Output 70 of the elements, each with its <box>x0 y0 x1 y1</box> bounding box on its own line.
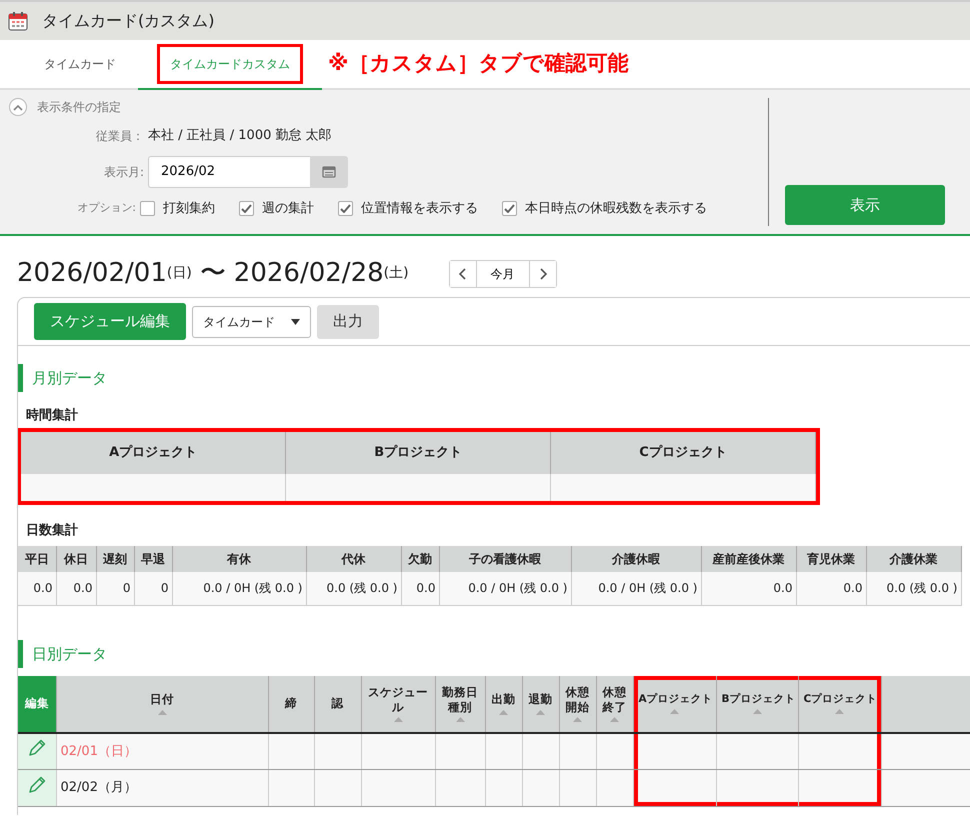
table-cell: 0.0 <box>401 572 439 605</box>
start-date: 2026/02/01 <box>17 257 167 290</box>
tab[interactable]: タイムカード <box>22 40 138 90</box>
column-header[interactable]: 勤務日種別 <box>435 676 485 732</box>
column-header: 認 <box>314 676 361 732</box>
table-cell: 0.0 <box>796 572 866 605</box>
field-label: 従業員： <box>95 128 145 145</box>
option-label: 打刻集約 <box>163 200 215 218</box>
option-label: 週の集計 <box>262 200 314 218</box>
table-cell: 0.0 <box>18 572 56 605</box>
column-header[interactable]: Bプロジェクト <box>716 676 798 732</box>
field-label: 表示月: <box>102 164 145 180</box>
employee-value: 本社 / 正社員 / 1000 勤怠 太郎 <box>148 127 332 145</box>
column-header: 遅刻 <box>96 546 134 572</box>
view-select[interactable]: タイムカード <box>192 306 311 338</box>
subsection-title: 時間集計 <box>26 406 79 425</box>
column-header: 早退 <box>134 546 172 572</box>
column-header: 介護休業 <box>866 546 961 572</box>
column-header: Aプロジェクト <box>21 432 286 474</box>
column-header: 締 <box>268 676 314 732</box>
schedule-edit-button[interactable]: スケジュール編集 <box>34 303 186 340</box>
column-header: 平日 <box>18 546 56 572</box>
column-header: 欠勤 <box>401 546 439 572</box>
column-header[interactable]: 退勤 <box>522 676 559 732</box>
column-header[interactable]: 休憩終了 <box>596 676 633 732</box>
table-cell: 0.0 (残 0.0 ) <box>866 572 961 605</box>
column-header: Cプロジェクト <box>550 432 816 474</box>
month-field[interactable]: 2026/02 <box>148 156 310 188</box>
column-header: 子の看護休暇 <box>439 546 571 572</box>
column-header: Bプロジェクト <box>286 432 551 474</box>
range-separator: 〜 <box>200 257 226 290</box>
tab[interactable]: タイムカードカスタム <box>138 40 322 90</box>
table-cell: 0.0 / 0H (残 0.0 ) <box>172 572 306 605</box>
field-label: オプション: <box>76 200 137 216</box>
subsection-title: 日数集計 <box>26 522 79 540</box>
annotation-text: ※［カスタム］タブで確認可能 <box>328 50 628 78</box>
column-header: 育児休業 <box>796 546 866 572</box>
table-cell: 0.0 <box>56 572 96 605</box>
output-button[interactable]: 出力 <box>317 304 379 338</box>
table-cell: 0 <box>134 572 172 605</box>
column-header[interactable]: 日付 <box>56 676 268 732</box>
column-header[interactable]: 休憩開始 <box>559 676 596 732</box>
date-cell: 02/02（月） <box>60 780 137 796</box>
column-header[interactable]: 出勤 <box>485 676 522 732</box>
end-date: 2026/02/28 <box>234 257 384 290</box>
column-header: 産前産後休業 <box>701 546 796 572</box>
weekday: (土) <box>384 264 409 283</box>
column-header: 代休 <box>306 546 401 572</box>
column-header: 休日 <box>56 546 96 572</box>
table-cell: 0.0 (残 0.0 ) <box>306 572 401 605</box>
weekday: (日) <box>166 264 192 283</box>
table-cell: 0.0 <box>701 572 796 605</box>
column-header: 介護休暇 <box>571 546 701 572</box>
option-label: 位置情報を表示する <box>361 200 478 218</box>
column-header[interactable]: Aプロジェクト <box>633 676 716 732</box>
section-heading: 日別データ <box>18 640 970 668</box>
date-cell: 02/01（日） <box>60 744 137 758</box>
table-cell: 0.0 / 0H (残 0.0 ) <box>571 572 701 605</box>
column-header[interactable]: スケジュール <box>361 676 435 732</box>
column-header: 編集 <box>18 676 56 732</box>
column-header: 有休 <box>172 546 306 572</box>
filter-heading: 表示条件の指定 <box>37 99 121 116</box>
column-header[interactable]: Cプロジェクト <box>798 676 881 732</box>
section-heading: 月別データ <box>18 364 970 392</box>
table-cell: 0 <box>96 572 134 605</box>
option-label: 本日時点の休暇残数を表示する <box>525 200 707 218</box>
display-button[interactable]: 表示 <box>785 185 945 225</box>
page-title: タイムカード(カスタム) <box>42 10 214 32</box>
current-month-button[interactable]: 今月 <box>476 260 530 286</box>
table-cell: 0.0 / 0H (残 0.0 ) <box>439 572 571 605</box>
